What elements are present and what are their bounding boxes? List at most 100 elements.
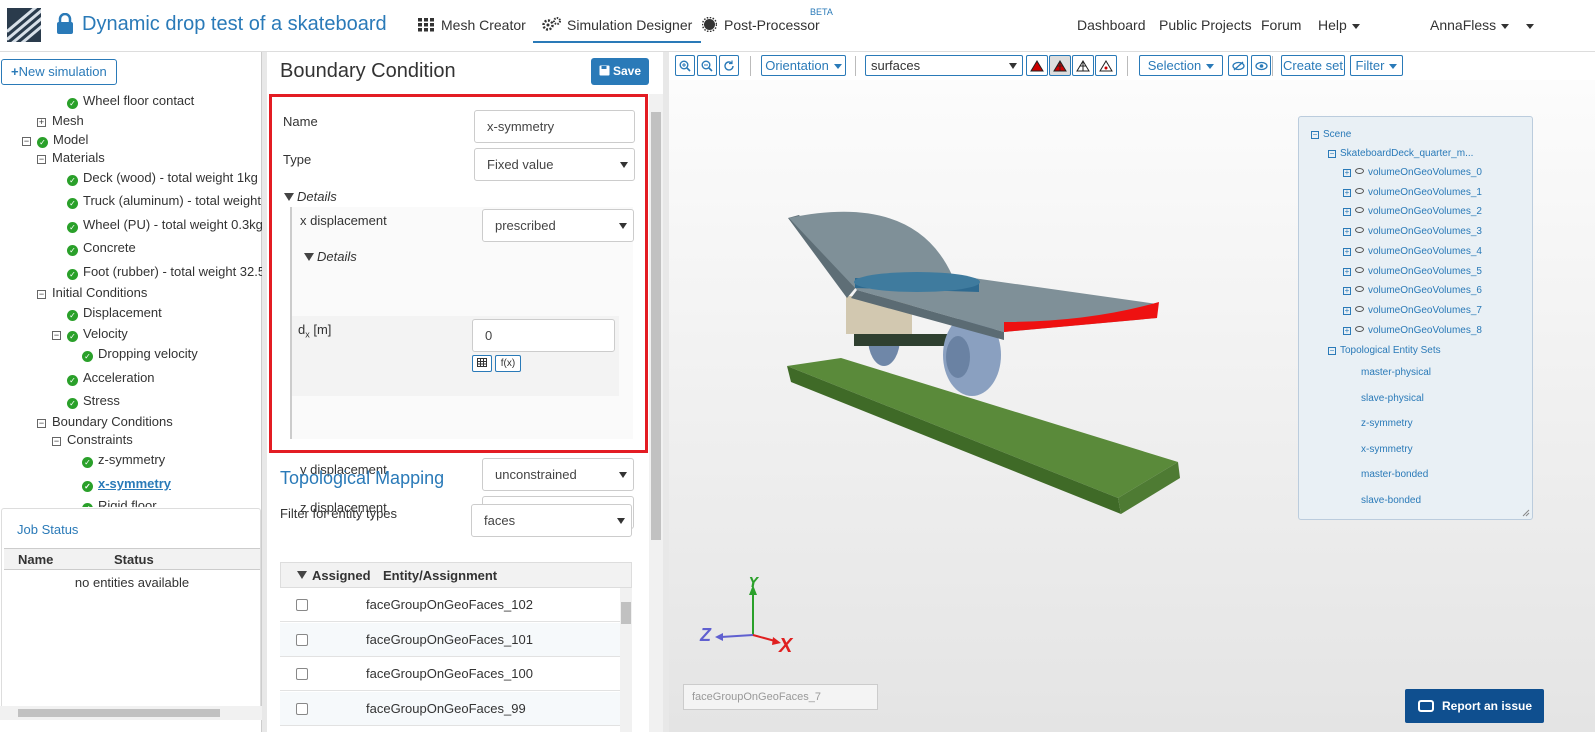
- scrollbar-thumb[interactable]: [621, 602, 631, 624]
- entity-set-item[interactable]: master-bonded: [1361, 469, 1428, 481]
- tree-item[interactable]: ✓ z-symmetry: [82, 452, 165, 468]
- expand-icon[interactable]: +: [37, 118, 46, 127]
- scene-volume-item[interactable]: + volumeOnGeoVolumes_1: [1343, 187, 1482, 199]
- collapse-icon[interactable]: −: [1328, 150, 1336, 158]
- 3d-viewer[interactable]: Orientation surfaces Selection Create se…: [669, 52, 1595, 732]
- tree-item[interactable]: ✓ Concrete: [67, 240, 136, 256]
- eye-icon[interactable]: [1355, 246, 1364, 253]
- assign-checkbox[interactable]: [296, 668, 308, 680]
- tree-item[interactable]: + Mesh: [37, 113, 84, 129]
- nav-forum[interactable]: Forum: [1261, 17, 1301, 33]
- resize-grip-icon[interactable]: [1522, 509, 1530, 517]
- y-displacement-select[interactable]: unconstrained: [482, 458, 634, 491]
- scene-volume-item[interactable]: + volumeOnGeoVolumes_0: [1343, 167, 1482, 179]
- details-toggle[interactable]: Details: [284, 189, 337, 204]
- nav-dashboard[interactable]: Dashboard: [1077, 17, 1146, 33]
- entity-set-item[interactable]: slave-bonded: [1361, 495, 1421, 507]
- tree-item[interactable]: − Constraints: [52, 432, 133, 448]
- name-input[interactable]: x-symmetry: [474, 110, 635, 143]
- tree-item[interactable]: − ✓ Velocity: [52, 326, 128, 342]
- foot-block[interactable]: [854, 272, 980, 292]
- nav-simulation-designer[interactable]: Simulation Designer: [533, 17, 702, 43]
- expand-icon[interactable]: +: [1343, 267, 1351, 276]
- tree-item[interactable]: − ✓ Model: [22, 132, 88, 148]
- scrollbar-thumb[interactable]: [651, 112, 661, 540]
- collapse-icon[interactable]: −: [37, 419, 46, 428]
- col-entity-assignment[interactable]: Entity/Assignment: [383, 568, 497, 583]
- tree-item[interactable]: − Boundary Conditions: [37, 414, 173, 430]
- tree-item[interactable]: ✓ Displacement: [67, 305, 162, 321]
- dx-value-input[interactable]: 0: [472, 319, 615, 352]
- entity-set-item[interactable]: z-symmetry: [1361, 418, 1413, 430]
- table-row[interactable]: faceGroupOnGeoFaces_99: [280, 691, 620, 726]
- assign-checkbox[interactable]: [296, 702, 308, 715]
- caret-down-icon[interactable]: [297, 571, 307, 579]
- tree-item[interactable]: ✓ Dropping velocity: [82, 346, 198, 362]
- table-row[interactable]: faceGroupOnGeoFaces_100: [280, 657, 620, 691]
- collapse-icon[interactable]: −: [1311, 131, 1319, 139]
- eye-icon[interactable]: [1355, 168, 1364, 174]
- expand-icon[interactable]: +: [1343, 208, 1351, 217]
- scene-volume-item[interactable]: + volumeOnGeoVolumes_3: [1343, 226, 1482, 238]
- save-button[interactable]: Save: [591, 58, 649, 85]
- expand-icon[interactable]: +: [1343, 247, 1351, 256]
- tree-item[interactable]: ✓ Deck (wood) - total weight 1kg: [67, 170, 258, 186]
- nav-help[interactable]: Help: [1318, 17, 1360, 33]
- sidebar-horizontal-scrollbar[interactable]: [0, 706, 262, 720]
- more-menu[interactable]: [1521, 17, 1534, 33]
- expand-icon[interactable]: +: [1343, 188, 1351, 197]
- entity-set-item[interactable]: x-symmetry: [1361, 444, 1413, 456]
- scene-volume-item[interactable]: + volumeOnGeoVolumes_2: [1343, 206, 1482, 218]
- report-issue-button[interactable]: Report an issue: [1405, 689, 1544, 723]
- nav-public-projects[interactable]: Public Projects: [1159, 17, 1252, 33]
- tree-item[interactable]: ✓ Truck (aluminum) - total weight ...: [67, 193, 262, 209]
- app-logo-icon[interactable]: [7, 8, 41, 42]
- expand-icon[interactable]: +: [1343, 228, 1351, 237]
- expand-icon[interactable]: +: [1343, 169, 1351, 177]
- scene-volume-item[interactable]: + volumeOnGeoVolumes_8: [1343, 325, 1482, 337]
- scene-volume-item[interactable]: + volumeOnGeoVolumes_5: [1343, 266, 1482, 278]
- deck-top[interactable]: [789, 211, 1157, 332]
- wheel-front-hub[interactable]: [946, 336, 970, 378]
- x-displacement-select[interactable]: prescribed: [482, 209, 634, 242]
- scene-root[interactable]: − Scene: [1311, 129, 1351, 141]
- entity-set-item[interactable]: master-physical: [1361, 367, 1431, 379]
- expand-icon[interactable]: +: [1343, 287, 1351, 296]
- entity-sets-node[interactable]: − Topological Entity Sets: [1328, 345, 1441, 357]
- tree-item[interactable]: ✓ Foot (rubber) - total weight 32.5k: [67, 264, 262, 280]
- table-input-button[interactable]: [472, 355, 492, 372]
- tree-item[interactable]: ✓ Acceleration: [67, 370, 155, 386]
- tree-item[interactable]: ✓ Wheel floor contact: [67, 93, 194, 109]
- entity-set-item[interactable]: slave-physical: [1361, 393, 1424, 405]
- eye-icon[interactable]: [1355, 305, 1364, 312]
- collapse-icon[interactable]: −: [52, 437, 61, 446]
- eye-icon[interactable]: [1355, 325, 1364, 332]
- eye-icon[interactable]: [1355, 187, 1364, 194]
- nav-post-processor[interactable]: Post-Processor: [701, 16, 820, 33]
- scene-volume-item[interactable]: + volumeOnGeoVolumes_4: [1343, 246, 1482, 258]
- eye-icon[interactable]: [1355, 266, 1364, 273]
- eye-icon[interactable]: [1355, 286, 1364, 293]
- scene-deck-node[interactable]: − SkateboardDeck_quarter_m...: [1328, 148, 1473, 160]
- tree-item[interactable]: ✓ Wheel (PU) - total weight 0.3kg: [67, 217, 262, 233]
- scrollbar-thumb[interactable]: [18, 709, 220, 717]
- entity-filter-select[interactable]: faces: [471, 504, 632, 537]
- collapse-icon[interactable]: −: [37, 155, 46, 164]
- eye-icon[interactable]: [1355, 227, 1364, 234]
- nav-mesh-creator[interactable]: Mesh Creator: [418, 17, 526, 33]
- assign-checkbox[interactable]: [296, 599, 308, 611]
- panel-scrollbar[interactable]: [649, 94, 663, 732]
- tree-item[interactable]: ✓ Stress: [67, 393, 120, 409]
- assign-checkbox[interactable]: [296, 633, 308, 646]
- col-assigned[interactable]: Assigned: [312, 568, 371, 583]
- type-select[interactable]: Fixed value: [474, 148, 635, 181]
- collapse-icon[interactable]: −: [52, 331, 61, 340]
- function-input-button[interactable]: f(x): [495, 355, 521, 372]
- tree-item[interactable]: ✓ Rigid floor: [82, 498, 157, 507]
- new-simulation-button[interactable]: +New simulation: [1, 59, 117, 85]
- tree-item[interactable]: ✓ x-symmetry: [82, 476, 171, 492]
- expand-icon[interactable]: +: [1343, 326, 1351, 335]
- collapse-icon[interactable]: −: [37, 290, 46, 299]
- tree-item[interactable]: − Materials: [37, 150, 105, 166]
- entity-table-scrollbar[interactable]: [620, 588, 632, 732]
